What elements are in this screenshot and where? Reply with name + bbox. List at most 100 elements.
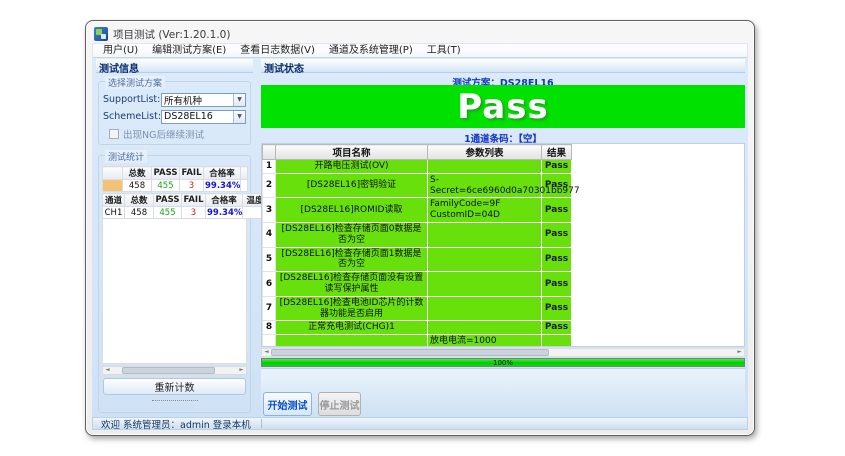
scroll-right-icon[interactable]: ► xyxy=(237,367,246,374)
cell-name: [DS28EL16]检查存储页面0数据是否为空 xyxy=(276,222,428,247)
cell-result: Pass xyxy=(542,272,572,297)
table-row[interactable]: 1开路电压测试(OV)Pass xyxy=(263,160,572,174)
results-header-params: 参数列表 xyxy=(428,145,542,160)
cell-result: Pass xyxy=(542,321,572,335)
ng-continue-checkbox[interactable] xyxy=(109,129,119,139)
channel-rate: 99.34% xyxy=(206,207,243,219)
menu-view-logs[interactable]: 查看日志数据(V) xyxy=(233,44,322,57)
summary-header-total: 总数 xyxy=(123,167,152,180)
channel-header-channel: 通道 xyxy=(103,194,125,207)
summary-header-pass: PASS xyxy=(152,167,180,180)
channel-name: CH1 xyxy=(103,207,125,219)
status-bar: 欢迎 系统管理员：admin 登录本机 xyxy=(92,417,748,430)
cell-name: [DS28EL16]密钥验证 xyxy=(276,173,428,198)
cell-params xyxy=(428,296,542,321)
table-row[interactable]: 3[DS28EL16]ROMID读取FamilyCode=9F CustomID… xyxy=(263,198,572,223)
cell-result: Pass xyxy=(542,335,572,347)
table-row[interactable]: 4[DS28EL16]检查存储页面0数据是否为空Pass xyxy=(263,222,572,247)
results-header-name: 项目名称 xyxy=(276,145,428,160)
cell-params xyxy=(428,272,542,297)
scrollbar-thumb[interactable] xyxy=(122,367,215,374)
test-info-header: 测试信息 xyxy=(96,59,253,73)
menu-tools[interactable]: 工具(T) xyxy=(420,44,468,57)
table-row[interactable]: 2[DS28EL16]密钥验证S-Secret=6ce6960d0a70301b… xyxy=(263,173,572,198)
cell-name: [DS28EL16]检查电池ID芯片的计数器功能是否启用 xyxy=(276,296,428,321)
reset-count-button[interactable]: 重新计数 xyxy=(103,378,246,395)
supportlist-value: 所有机种 xyxy=(162,93,233,107)
stop-test-button: 停止测试 xyxy=(318,392,361,416)
start-test-button[interactable]: 开始测试 xyxy=(263,392,312,416)
cell-params xyxy=(428,160,542,174)
cell-no: 3 xyxy=(263,198,276,223)
table-row[interactable]: 5[DS28EL16]检查存储页面1数据是否为空Pass xyxy=(263,247,572,272)
chevron-down-icon[interactable]: ▼ xyxy=(233,94,245,106)
summary-fail: 3 xyxy=(180,180,204,192)
channel-header-rate: 合格率 xyxy=(206,194,243,207)
window-title: 项目测试 (Ver:1.20.1.0) xyxy=(113,27,230,42)
channel-header-pass: PASS xyxy=(154,194,182,207)
title-bar[interactable]: 项目测试 (Ver:1.20.1.0) xyxy=(86,21,754,43)
results-horizontal-scrollbar[interactable]: ◄ ► xyxy=(261,348,745,357)
channel-pass: 455 xyxy=(154,207,182,219)
scroll-left-icon[interactable]: ◄ xyxy=(103,367,112,374)
cell-no: 5 xyxy=(263,247,276,272)
cell-name: [DS28EL16]ROMID读取 xyxy=(276,198,428,223)
test-status-header: 测试状态 xyxy=(261,59,745,73)
cell-result: Pass xyxy=(542,222,572,247)
scroll-left-icon[interactable]: ◄ xyxy=(262,349,271,356)
test-status-panel: 测试状态 测试方案：DS28EL16 Pass 1通道条码：【空】 项目名称 参… xyxy=(261,59,745,415)
cell-name: [DS28EL16]检查存储页面没有设置读写保护属性 xyxy=(276,272,428,297)
cell-params: S-Secret=6ce6960d0a70301bb977 xyxy=(428,173,542,198)
scrollbar-thumb[interactable] xyxy=(271,349,549,356)
table-row[interactable]: 8正常充电测试(CHG)1 Pass xyxy=(263,321,572,335)
cell-no: 9 xyxy=(263,335,276,347)
cell-no: 1 xyxy=(263,160,276,174)
cell-name: 正常充电测试(CHG)1 xyxy=(276,321,428,335)
summary-header-rate: 合格率 xyxy=(204,167,241,180)
focus-dots xyxy=(152,400,198,401)
chevron-down-icon[interactable]: ▼ xyxy=(233,111,245,123)
schemelist-dropdown[interactable]: DS28EL16 ▼ xyxy=(161,110,246,124)
table-row[interactable]: 6[DS28EL16]检查存储页面没有设置读写保护属性 Pass xyxy=(263,272,572,297)
table-row[interactable]: 9正常放电测试(DSG)1放电电流=1000 放电时间=100 放电电压合格下限… xyxy=(263,335,572,347)
pass-status-banner: Pass xyxy=(261,85,745,128)
cell-name: 正常放电测试(DSG)1 xyxy=(276,335,428,347)
test-info-panel: 测试信息 选择测试方案 SupportList: 所有机种 ▼ SchemeLi… xyxy=(96,59,253,415)
cell-no: 6 xyxy=(263,272,276,297)
menu-edit-scheme[interactable]: 编辑测试方案(E) xyxy=(145,44,233,57)
menu-user[interactable]: 用户(U) xyxy=(96,44,145,57)
summary-highlight-cell xyxy=(103,180,123,192)
app-icon xyxy=(94,27,108,41)
summary-rate: 99.34% xyxy=(204,180,241,192)
scroll-right-icon[interactable]: ► xyxy=(735,349,744,356)
ng-continue-label: 出现NG后继续测试 xyxy=(123,127,204,141)
schemelist-value: DS28EL16 xyxy=(162,111,233,122)
status-bar-text: 欢迎 系统管理员：admin 登录本机 xyxy=(93,417,251,431)
summary-pass: 455 xyxy=(152,180,180,192)
progress-label: 100% xyxy=(262,359,744,367)
schemelist-label: SchemeList: xyxy=(103,111,161,122)
results-table-body: 1开路电压测试(OV)Pass2[DS28EL16]密钥验证S-Secret=6… xyxy=(263,160,572,348)
status-bar-separator xyxy=(261,419,262,428)
cell-result: Pass xyxy=(542,247,572,272)
cell-no: 7 xyxy=(263,296,276,321)
cell-params: 放电电流=1000 放电时间=100 放电电压合格下限=2800 放电电压合格上… xyxy=(428,335,542,347)
stats-empty-area xyxy=(102,219,247,364)
menu-bar: 用户(U) 编辑测试方案(E) 查看日志数据(V) 通道及系统管理(P) 工具(… xyxy=(92,43,748,58)
stats-horizontal-scrollbar[interactable]: ◄ ► xyxy=(102,366,247,375)
action-button-area: 开始测试 停止测试 xyxy=(261,368,745,415)
cell-no: 8 xyxy=(263,321,276,335)
cell-params: FamilyCode=9F CustomID=04D xyxy=(428,198,542,223)
pass-status-text: Pass xyxy=(457,90,548,124)
channel-header-total: 总数 xyxy=(125,194,154,207)
menu-channel-system[interactable]: 通道及系统管理(P) xyxy=(322,44,420,57)
scheme-select-group: 选择测试方案 SupportList: 所有机种 ▼ SchemeList: D… xyxy=(98,81,251,145)
cell-result: Pass xyxy=(542,198,572,223)
summary-row[interactable]: 458 455 3 99.34% xyxy=(103,180,248,192)
table-row[interactable]: 7[DS28EL16]检查电池ID芯片的计数器功能是否启用Pass xyxy=(263,296,572,321)
cell-params xyxy=(428,247,542,272)
cell-params xyxy=(428,222,542,247)
results-table: 项目名称 参数列表 结果 1开路电压测试(OV)Pass2[DS28EL16]密… xyxy=(262,144,572,347)
cell-name: 开路电压测试(OV) xyxy=(276,160,428,174)
supportlist-dropdown[interactable]: 所有机种 ▼ xyxy=(161,93,246,107)
